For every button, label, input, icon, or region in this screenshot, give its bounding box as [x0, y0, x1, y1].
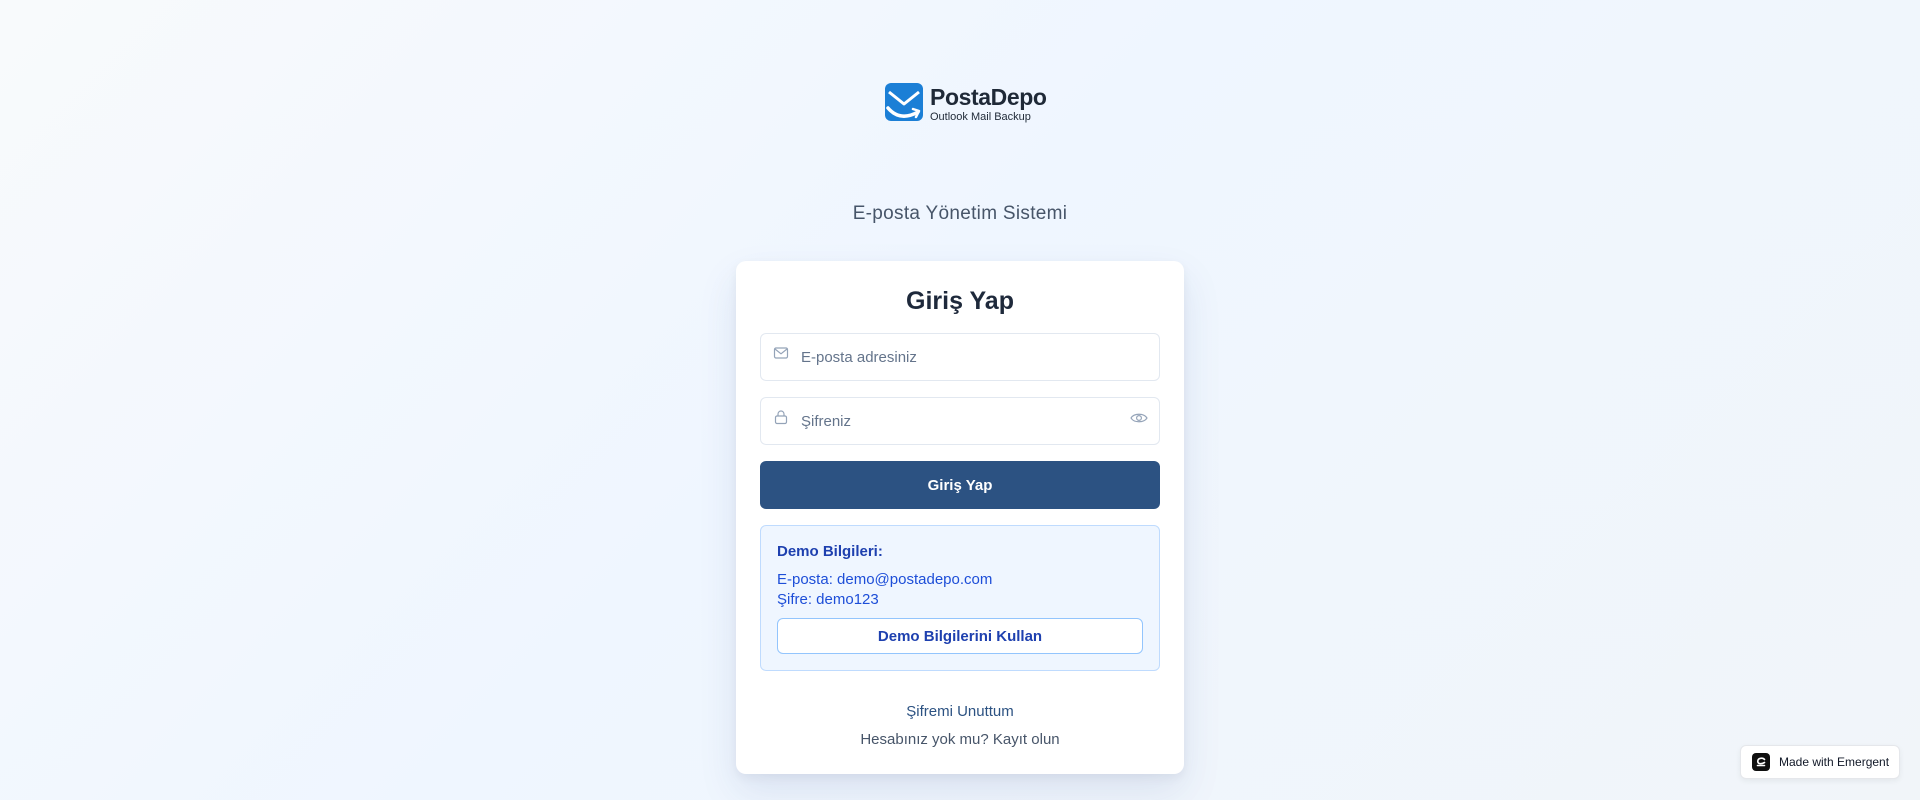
email-input[interactable] — [761, 334, 1159, 380]
login-page: PostaDepo Outlook Mail Backup E-posta Yö… — [0, 0, 1920, 800]
demo-info-box: Demo Bilgileri: E-posta: demo@postadepo.… — [760, 525, 1160, 671]
login-card: Giriş Yap Giriş Yap Demo Bilgileri: E-po… — [736, 261, 1184, 774]
login-button[interactable]: Giriş Yap — [760, 461, 1160, 509]
brand-tagline: Outlook Mail Backup — [930, 110, 1031, 123]
brand-name: PostaDepo — [930, 83, 1047, 110]
demo-title: Demo Bilgileri: — [777, 543, 883, 560]
password-field — [760, 397, 1160, 445]
password-input[interactable] — [761, 398, 1159, 444]
register-prompt: Hesabınız yok mu? — [860, 731, 989, 748]
email-field — [760, 333, 1160, 381]
demo-password-text: Şifre: demo123 — [777, 591, 879, 608]
badge-label: Made with Emergent — [1779, 755, 1890, 769]
eye-icon[interactable] — [1130, 410, 1148, 426]
register-link[interactable]: Kayıt olun — [993, 731, 1060, 748]
envelope-logo-icon — [885, 83, 923, 121]
register-row: Hesabınız yok mu? Kayıt olun — [736, 731, 1184, 748]
use-demo-button[interactable]: Demo Bilgilerini Kullan — [777, 618, 1143, 654]
forgot-password-link[interactable]: Şifremi Unuttum — [736, 703, 1184, 720]
login-title: Giriş Yap — [906, 287, 1014, 315]
demo-email-text: E-posta: demo@postadepo.com — [777, 571, 993, 588]
lock-icon — [774, 410, 788, 425]
app-subtitle: E-posta Yönetim Sistemi — [852, 203, 1068, 224]
brand-logo: PostaDepo Outlook Mail Backup — [884, 82, 1047, 126]
mail-icon — [773, 347, 789, 359]
emergent-logo-icon — [1752, 753, 1770, 771]
made-with-badge[interactable]: Made with Emergent — [1740, 745, 1900, 779]
